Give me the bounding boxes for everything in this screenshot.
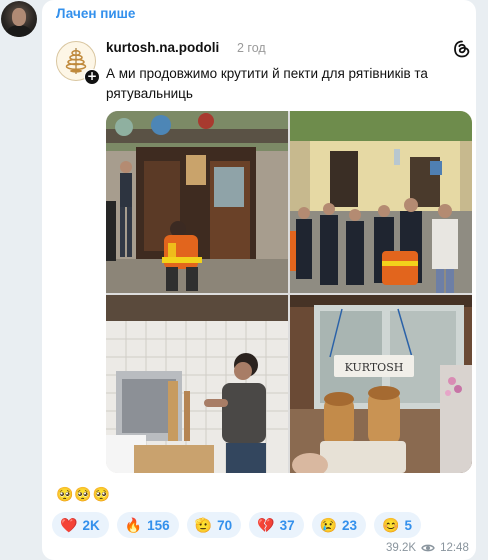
crying-face-icon: 😢 [319, 516, 338, 533]
reaction-heart[interactable]: ❤️ 2K [52, 512, 109, 538]
views-count: 39.2K [386, 542, 417, 554]
broken-heart-icon: 💔 [257, 516, 275, 533]
reaction-smile[interactable]: 😊 5 [374, 512, 422, 538]
reactions-bar: ❤️ 2K 🔥 156 🫡 70 💔 37 😢 23 😊 5 [52, 512, 422, 538]
message-emoji-line: 🥺🥺🥺 [56, 487, 112, 503]
sender-name[interactable]: Лачен пише [56, 6, 135, 21]
message-time: 12:48 [440, 542, 469, 554]
threads-logo-icon[interactable] [453, 40, 471, 58]
photo-grid: KURTOSH [106, 111, 472, 473]
reaction-broken-heart[interactable]: 💔 37 [249, 512, 304, 538]
message-bubble: Лачен пише + kurtosh.na.podoli 2 год А м… [42, 0, 476, 560]
photo-storefront-rescuer[interactable] [106, 111, 288, 293]
heart-icon: ❤️ [60, 516, 78, 533]
reaction-crying[interactable]: 😢 23 [311, 512, 367, 538]
reaction-count: 156 [147, 517, 170, 533]
embedded-post[interactable]: + kurtosh.na.podoli 2 год А ми продовжим… [46, 33, 472, 475]
message-meta: 39.2K 12:48 [386, 542, 469, 554]
salute-icon: 🫡 [194, 516, 213, 533]
fire-icon: 🔥 [124, 516, 143, 533]
post-text: А ми продовжимо крутити й пекти для ряті… [106, 66, 428, 101]
smiling-face-icon: 😊 [382, 516, 400, 533]
reaction-count: 23 [342, 517, 358, 533]
post-time: 2 год [237, 41, 266, 55]
reaction-count: 37 [279, 517, 295, 533]
follow-plus-icon[interactable]: + [84, 69, 100, 85]
reaction-count: 5 [404, 517, 413, 533]
sender-avatar[interactable] [1, 1, 37, 37]
reaction-count: 70 [217, 517, 233, 533]
reaction-fire[interactable]: 🔥 156 [116, 512, 179, 538]
eye-icon [421, 544, 435, 552]
avatar-body [6, 25, 32, 37]
reaction-salute[interactable]: 🫡 70 [186, 512, 242, 538]
photo-rescuers-crowd[interactable] [290, 111, 472, 293]
post-username[interactable]: kurtosh.na.podoli [106, 40, 219, 55]
avatar-face [12, 8, 26, 26]
reaction-count: 2K [82, 517, 100, 533]
kurtosh-sign-text: KURTOSH [345, 361, 404, 374]
photo-baking-kurtosh[interactable] [106, 295, 288, 473]
photo-kurtosh-pastries[interactable]: KURTOSH [290, 295, 472, 473]
